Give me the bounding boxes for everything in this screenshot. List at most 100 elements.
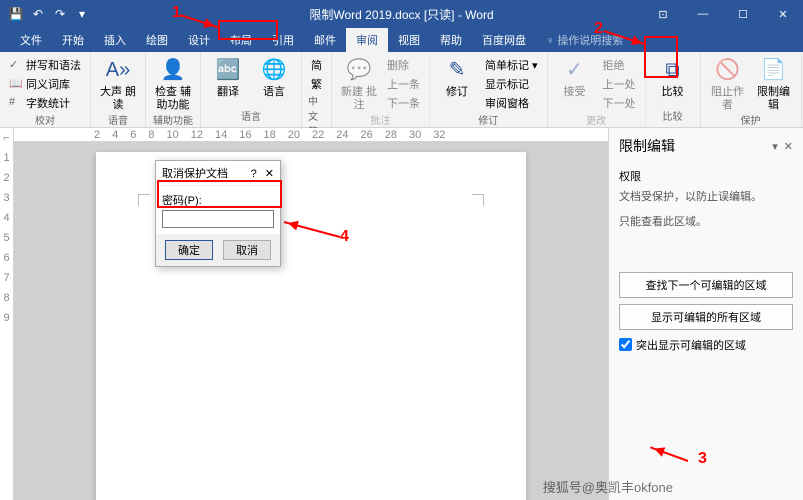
trad-button[interactable]: 繁 (308, 75, 325, 93)
tab-review[interactable]: 审阅 (346, 28, 388, 52)
restrict-editing-panel: 限制编辑 ▾ ✕ 权限 文档受保护，以防止误编辑。 只能查看此区域。 查找下一个可… (608, 128, 803, 500)
comment-icon: 💬 (345, 56, 373, 84)
redo-icon[interactable]: ↷ (52, 6, 68, 22)
accept-icon: ✓ (561, 56, 589, 84)
ruler-vertical: ⌐123456789 (0, 128, 14, 500)
quick-access-toolbar: 💾 ↶ ↷ ▾ (0, 6, 98, 22)
group-speech: A»大声 朗读 语音 (91, 52, 146, 127)
dialog-help-icon[interactable]: ? (251, 168, 257, 180)
tell-me[interactable]: ♀ 操作说明搜索 (536, 28, 633, 52)
group-comments: 💬新建 批注 删除 上一条 下一条 批注 (332, 52, 430, 127)
group-changes: ✓接受 拒绝 上一处 下一处 更改 (548, 52, 646, 127)
group-language: 🔤翻译 🌐语言 语言 (201, 52, 302, 127)
accessibility-button[interactable]: 👤检查 辅助功能 (152, 56, 194, 112)
tab-insert[interactable]: 插入 (94, 28, 136, 52)
next-comment-button[interactable]: 下一条 (384, 94, 423, 112)
group-proofing: ✓拼写和语法 📖同义词库 #字数统计 校对 (0, 52, 91, 127)
title-bar: 💾 ↶ ↷ ▾ 限制Word 2019.docx [只读] - Word ⊡ —… (0, 0, 803, 28)
tab-file[interactable]: 文件 (10, 28, 52, 52)
restrict-icon: 📄 (760, 56, 788, 84)
undo-icon[interactable]: ↶ (30, 6, 46, 22)
restrict-editing-button[interactable]: 📄限制编辑 (753, 56, 795, 112)
block-icon: 🚫 (714, 56, 742, 84)
margin-corner-tr (472, 194, 484, 206)
spelling-icon: ✓ (9, 58, 23, 72)
watermark-text: 搜狐号@奥凯丰okfone (543, 477, 673, 496)
document-area[interactable]: 2468101214161820222426283032 (14, 128, 608, 500)
wordcount-button[interactable]: #字数统计 (6, 94, 84, 112)
ribbon: ✓拼写和语法 📖同义词库 #字数统计 校对 A»大声 朗读 语音 👤检查 辅助功… (0, 52, 803, 128)
show-markup-button[interactable]: 显示标记 (482, 75, 541, 93)
ok-button[interactable]: 确定 (165, 240, 213, 260)
group-cjk: 简 繁 中文简繁转换 (302, 52, 332, 127)
panel-close-icon[interactable]: ✕ (784, 141, 793, 153)
accept-button[interactable]: ✓接受 (554, 56, 596, 99)
tab-view[interactable]: 视图 (388, 28, 430, 52)
wordcount-icon: # (9, 96, 23, 110)
show-all-regions-button[interactable]: 显示可编辑的所有区域 (619, 304, 793, 330)
save-icon[interactable]: 💾 (8, 6, 24, 22)
cancel-button[interactable]: 取消 (223, 240, 271, 260)
highlight-regions-checkbox[interactable]: 突出显示可编辑的区域 (619, 337, 793, 353)
group-tracking: ✎修订 简单标记 ▾ 显示标记 审阅窗格 修订 (430, 52, 548, 127)
compare-icon: ⧉ (659, 56, 687, 84)
panel-title: 限制编辑 (619, 136, 675, 156)
highlight-checkbox-input[interactable] (619, 338, 632, 351)
translate-button[interactable]: 🔤翻译 (207, 56, 249, 99)
panel-section-label: 权限 (619, 168, 793, 184)
ribbon-options-icon[interactable]: ⊡ (643, 0, 683, 28)
spelling-button[interactable]: ✓拼写和语法 (6, 56, 84, 74)
globe-icon: 🌐 (260, 56, 288, 84)
tab-mailings[interactable]: 邮件 (304, 28, 346, 52)
window-controls: ⊡ — ☐ ✕ (643, 0, 803, 28)
unprotect-dialog: 取消保护文档 ? ✕ 密码(P): 确定 取消 (155, 160, 281, 267)
read-aloud-button[interactable]: A»大声 朗读 (97, 56, 139, 112)
panel-desc1: 文档受保护，以防止误编辑。 (619, 190, 793, 205)
close-icon[interactable]: ✕ (763, 0, 803, 28)
ribbon-tabs: 文件 开始 插入 绘图 设计 布局 引用 邮件 审阅 视图 帮助 百度网盘 ♀ … (0, 28, 803, 52)
speaker-icon: A» (104, 56, 132, 84)
thesaurus-icon: 📖 (9, 77, 23, 91)
compare-button[interactable]: ⧉比较 (652, 56, 694, 99)
tab-help[interactable]: 帮助 (430, 28, 472, 52)
password-input[interactable] (162, 210, 274, 228)
panel-dropdown-icon[interactable]: ▾ (772, 141, 778, 153)
thesaurus-button[interactable]: 📖同义词库 (6, 75, 84, 93)
tab-draw[interactable]: 绘图 (136, 28, 178, 52)
workspace: ⌐123456789 2468101214161820222426283032 … (0, 128, 803, 500)
tab-baidu[interactable]: 百度网盘 (472, 28, 536, 52)
reject-button[interactable]: 拒绝 (600, 56, 639, 74)
find-next-region-button[interactable]: 查找下一个可编辑的区域 (619, 272, 793, 298)
ruler-horizontal: 2468101214161820222426283032 (14, 128, 608, 142)
simp-button[interactable]: 简 (308, 56, 325, 74)
tab-references[interactable]: 引用 (262, 28, 304, 52)
dialog-close-icon[interactable]: ✕ (265, 168, 274, 180)
group-accessibility: 👤检查 辅助功能 辅助功能 (146, 52, 201, 127)
review-pane-button[interactable]: 审阅窗格 (482, 94, 541, 112)
dialog-title: 取消保护文档 (162, 165, 228, 181)
translate-icon: 🔤 (214, 56, 242, 84)
new-comment-button[interactable]: 💬新建 批注 (338, 56, 380, 112)
window-title: 限制Word 2019.docx [只读] - Word (309, 6, 493, 23)
track-icon: ✎ (443, 56, 471, 84)
prev-comment-button[interactable]: 上一条 (384, 75, 423, 93)
block-authors-button[interactable]: 🚫阻止作者 (707, 56, 749, 112)
minimize-icon[interactable]: — (683, 0, 723, 28)
markup-dropdown[interactable]: 简单标记 ▾ (482, 56, 541, 74)
password-label: 密码(P): (162, 195, 202, 207)
tab-home[interactable]: 开始 (52, 28, 94, 52)
group-label: 校对 (35, 112, 55, 129)
tab-design[interactable]: 设计 (178, 28, 220, 52)
panel-desc2: 只能查看此区域。 (619, 215, 793, 230)
prev-change-button[interactable]: 上一处 (600, 75, 639, 93)
accessibility-icon: 👤 (159, 56, 187, 84)
track-changes-button[interactable]: ✎修订 (436, 56, 478, 99)
next-change-button[interactable]: 下一处 (600, 94, 639, 112)
language-button[interactable]: 🌐语言 (253, 56, 295, 99)
tab-layout[interactable]: 布局 (220, 28, 262, 52)
margin-corner-tl (138, 194, 150, 206)
qat-more-icon[interactable]: ▾ (74, 6, 90, 22)
group-protect: 🚫阻止作者 📄限制编辑 保护 (701, 52, 802, 127)
maximize-icon[interactable]: ☐ (723, 0, 763, 28)
delete-comment-button[interactable]: 删除 (384, 56, 423, 74)
